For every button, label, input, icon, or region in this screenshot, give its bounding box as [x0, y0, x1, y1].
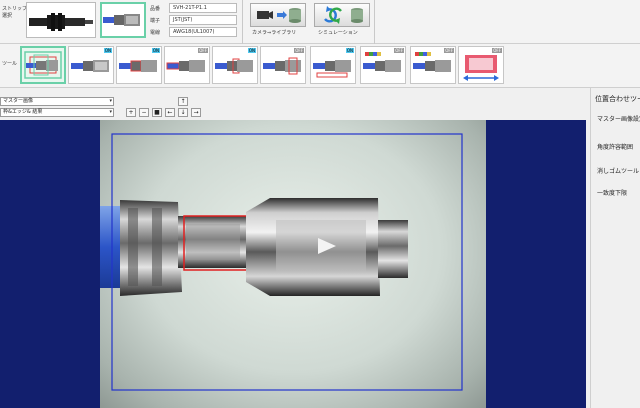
fit-button[interactable]: ■ [152, 108, 162, 117]
tool-strip: ツール ON ON OFF ON OFF ON OFF OFF OFF [0, 44, 640, 88]
tool-2-state-badge: ON [103, 48, 112, 53]
image-select[interactable]: マスター画像 ▾ [0, 97, 114, 106]
terminal-field[interactable]: JST(JST) [169, 15, 237, 25]
part-number-label: 品番 [150, 6, 161, 12]
panel-item-eraser-tool[interactable]: 消しゴムツール [597, 166, 639, 175]
part-number-field[interactable]: SVH-21T-P1.1 [169, 3, 237, 13]
move-down-button[interactable]: ↓ [178, 108, 188, 117]
terminal-row: 端子 JST(JST) [150, 15, 238, 26]
tool-3-state-badge: ON [151, 48, 160, 53]
part-number-row: 品番 SVH-21T-P1.1 [150, 3, 238, 14]
alignment-tool-icon [24, 51, 62, 79]
image-view[interactable] [0, 120, 586, 408]
right-panel: 位置合わせツール マスター画像設定 角度許容範囲 消しゴムツール 一致度下限 [590, 88, 640, 408]
move-right-button[interactable]: → [191, 108, 201, 117]
tool-8[interactable]: OFF [360, 46, 406, 84]
terminal-photo [100, 133, 463, 391]
tool-10[interactable]: OFF [458, 46, 504, 84]
simulation-button[interactable] [314, 3, 370, 27]
camera-library-icon [257, 8, 301, 23]
stripped-wire-icon [29, 13, 93, 31]
tool-5-state-badge: ON [247, 48, 256, 53]
image-select-value: マスター画像 [3, 98, 34, 104]
zoom-in-button[interactable]: + [126, 108, 136, 117]
tool-4[interactable]: OFF [164, 46, 210, 84]
tool-9[interactable]: OFF [410, 46, 456, 84]
part-info: 品番 SVH-21T-P1.1 端子 JST(JST) 電線 AWG18(UL1… [150, 3, 238, 39]
tool-4-state-badge: OFF [198, 48, 208, 53]
tool-8-state-badge: OFF [394, 48, 404, 53]
tool-3[interactable]: ON [116, 46, 162, 84]
zoom-out-button[interactable]: − [139, 108, 149, 117]
simulation-icon [324, 6, 363, 24]
panel-item-angle-range[interactable]: 角度許容範囲 [597, 142, 633, 151]
move-up-button[interactable]: ↑ [178, 97, 188, 106]
tool-9-state-badge: OFF [444, 48, 454, 53]
header-divider [242, 0, 243, 44]
header-bar: ストリップ/クリンプ 選択 品番 SVH- [0, 0, 640, 44]
strip-thumbnail[interactable] [26, 2, 96, 38]
wire-field[interactable]: AWG18(UL1007) [169, 27, 237, 37]
tool-7[interactable]: ON [310, 46, 356, 84]
tool-6-state-badge: OFF [294, 48, 304, 53]
header-divider-2 [374, 0, 375, 44]
app-window: ストリップ/クリンプ 選択 品番 SVH- [0, 0, 640, 408]
tool-2[interactable]: ON [68, 46, 114, 84]
camera-to-library-label: カメラ⇒ライブラリ [252, 30, 297, 36]
crimp-thumbnail[interactable] [100, 2, 146, 38]
wire-label: 電線 [150, 30, 161, 36]
tool-position-alignment[interactable] [20, 46, 66, 84]
overlay-select[interactable]: 枠&エッジ& 結果 ▾ [0, 108, 114, 117]
chevron-down-icon: ▾ [109, 98, 112, 104]
camera-image [100, 120, 486, 408]
tool-6[interactable]: OFF [260, 46, 306, 84]
tools-label: ツール [2, 61, 18, 67]
overlay-select-value: 枠&エッジ& 結果 [3, 109, 43, 115]
panel-item-match-threshold[interactable]: 一致度下限 [597, 188, 627, 197]
terminal-label: 端子 [150, 18, 161, 24]
camera-to-library-button[interactable] [250, 3, 306, 27]
terminal-tip [378, 220, 408, 278]
panel-item-master-image[interactable]: マスター画像設定 [597, 114, 640, 123]
wire-row: 電線 AWG18(UL1007) [150, 27, 238, 38]
tool-7-state-badge: ON [345, 48, 354, 53]
tool-10-state-badge: OFF [492, 48, 502, 53]
simulation-label: シミュレーション [318, 30, 358, 36]
tool-5[interactable]: ON [212, 46, 258, 84]
chevron-down-icon-2: ▾ [109, 109, 112, 115]
panel-title: 位置合わせツール [595, 95, 640, 103]
move-left-button[interactable]: ← [165, 108, 175, 117]
crimped-terminal-icon [103, 14, 140, 26]
